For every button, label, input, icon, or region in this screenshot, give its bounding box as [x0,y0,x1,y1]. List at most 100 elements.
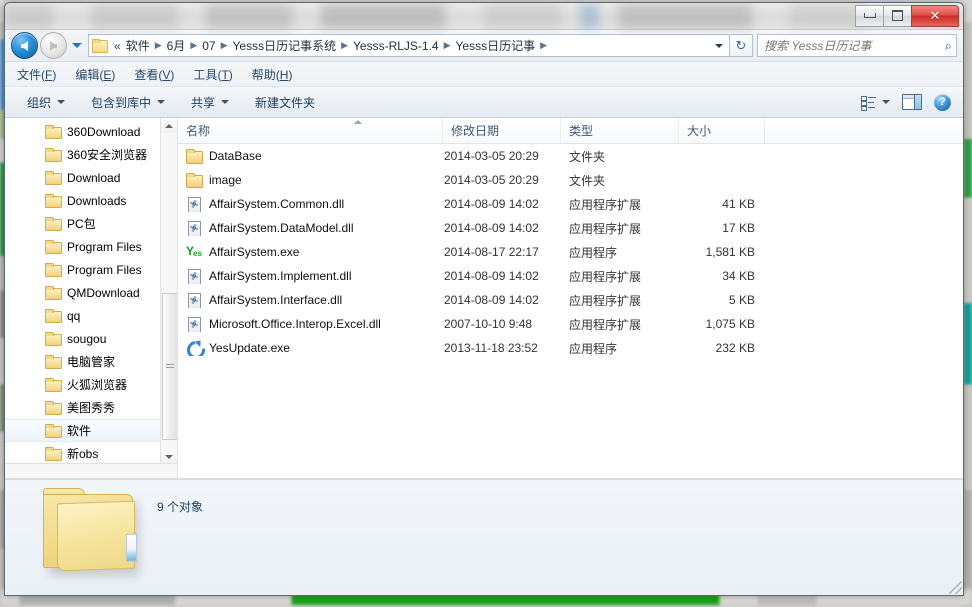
folder-icon [45,148,62,162]
folder-icon [92,39,108,53]
tree-item-download[interactable]: Download [5,166,177,189]
tree-item-program-files-1[interactable]: Program Files [5,235,177,258]
column-header-name[interactable]: 名称 [178,118,443,143]
file-list[interactable]: 名称 修改日期 类型 大小 DataBase 2014-03-05 20:29 … [178,118,963,478]
folder-icon [186,148,203,164]
chevron-down-icon [157,100,166,104]
tree-item-xin-obs[interactable]: 新obs [5,442,177,465]
recent-locations-button[interactable] [69,36,85,56]
column-header-size[interactable]: 大小 [679,118,765,143]
search-box[interactable]: ⌕ [757,34,957,57]
tree-item-computer-manager[interactable]: 电脑管家 [5,350,177,373]
file-size: 232 KB [715,341,755,355]
menu-file-label: 文件 [17,67,42,82]
resize-grip[interactable] [949,581,962,594]
file-name-cell: DataBase [178,148,443,164]
file-type: 应用程序 [569,341,618,356]
window-controls: ✕ [855,4,959,27]
address-input-box[interactable]: « 软件 ▶ 6月 ▶ 07 ▶ Yesss日历记事系统 ▶ Yesss-RLJ… [88,34,730,57]
scroll-down-button[interactable] [161,449,177,464]
tree-item-qq[interactable]: qq [5,304,177,327]
table-row[interactable]: AffairSystem.Interface.dll 2014-08-09 14… [178,288,963,312]
column-header-date[interactable]: 修改日期 [443,118,561,143]
status-item-count: 9 个对象 [157,500,204,514]
help-button[interactable]: ? [930,92,955,113]
organize-button[interactable]: 组织 [19,91,73,114]
maximize-icon [892,10,903,21]
menu-file[interactable]: 文件(F) [17,64,67,85]
minimize-icon [863,13,876,18]
back-button[interactable] [11,32,38,59]
breadcrumb-item-0[interactable]: 软件 [123,36,153,55]
chevron-right-icon: ▶ [220,40,228,50]
change-view-button[interactable] [857,94,894,111]
tree-item-qmdownload[interactable]: QMDownload [5,281,177,304]
chevron-down-icon [221,100,230,104]
menu-view[interactable]: 查看(V) [134,64,185,85]
table-row[interactable]: AffairSystem.exe 2014-08-17 22:17 应用程序 1… [178,240,963,264]
column-header-type[interactable]: 类型 [561,118,679,143]
table-row[interactable]: AffairSystem.Common.dll 2014-08-09 14:02… [178,192,963,216]
close-button[interactable]: ✕ [911,4,959,27]
menu-edit[interactable]: 编辑(E) [75,64,126,85]
file-date: 2013-11-18 23:52 [444,341,538,355]
tree-item-downloads[interactable]: Downloads [5,189,177,212]
tree-item-label: 软件 [67,424,92,438]
preview-pane-button[interactable] [898,92,926,112]
breadcrumb-overflow-button[interactable]: « [111,39,123,53]
preview-pane-icon [902,94,922,110]
menu-tools-accel: T [221,67,229,82]
search-input[interactable] [762,37,945,54]
table-row[interactable]: Microsoft.Office.Interop.Excel.dll 2007-… [178,312,963,336]
breadcrumb-item-1[interactable]: 6月 [164,36,189,55]
tree-item-label: Downloads [67,193,127,208]
share-button[interactable]: 共享 [183,91,237,114]
tree-item-pc-bao[interactable]: PC包 [5,212,177,235]
tree-item-360-browser[interactable]: 360安全浏览器 [5,143,177,166]
refresh-button[interactable]: ↻ [730,34,753,57]
navigation-pane-hscrollbar[interactable] [5,463,177,478]
tree-item-label: Download [67,170,121,185]
tree-item-ruanjian[interactable]: 软件 [5,419,177,442]
tree-item-program-files-2[interactable]: Program Files [5,258,177,281]
explorer-window: ✕ « 软件 ▶ 6月 ▶ 07 ▶ Yesss日历记事系统 ▶ Yesss-R… [4,2,964,596]
breadcrumb-item-2[interactable]: 07 [199,38,218,54]
navigation-pane-scrollbar[interactable] [160,118,177,464]
column-header-size-label: 大小 [687,124,712,138]
breadcrumb-item-5[interactable]: Yesss日历记事 [453,36,539,55]
tree-item-meitu[interactable]: 美图秀秀 [5,396,177,419]
help-icon: ? [934,93,951,111]
maximize-button[interactable] [883,4,912,27]
menu-tools[interactable]: 工具(T) [193,64,243,85]
file-type: 应用程序扩展 [569,293,642,308]
scrollbar-thumb[interactable] [162,293,177,440]
navigation-pane[interactable]: 360Download 360安全浏览器 Download Downloads … [5,118,178,478]
file-name-cell: image [178,172,443,188]
chevron-down-icon [72,43,82,48]
dll-icon [186,196,202,212]
scroll-up-button[interactable] [161,118,177,133]
address-dropdown-button[interactable] [710,36,727,55]
breadcrumb-item-4[interactable]: Yesss-RLJS-1.4 [350,38,442,54]
breadcrumb-item-3[interactable]: Yesss日历记事系统 [230,36,340,55]
tree-item-sougou[interactable]: sougou [5,327,177,350]
title-bar[interactable]: ✕ [5,3,963,30]
menu-help[interactable]: 帮助(H) [252,64,304,85]
aero-glass-blur [5,3,963,29]
table-row[interactable]: DataBase 2014-03-05 20:29 文件夹 [178,144,963,168]
dll-icon [186,268,202,284]
file-rows: DataBase 2014-03-05 20:29 文件夹 image 2014… [178,144,963,360]
tree-item-360download[interactable]: 360Download [5,120,177,143]
table-row[interactable]: AffairSystem.Implement.dll 2014-08-09 14… [178,264,963,288]
table-row[interactable]: image 2014-03-05 20:29 文件夹 [178,168,963,192]
table-row[interactable]: AffairSystem.DataModel.dll 2014-08-09 14… [178,216,963,240]
new-folder-button[interactable]: 新建文件夹 [247,91,323,114]
minimize-button[interactable] [855,4,884,27]
tree-item-firefox[interactable]: 火狐浏览器 [5,373,177,396]
menu-edit-accel: E [103,67,112,82]
folder-icon [45,355,62,369]
forward-button[interactable] [40,32,67,59]
chevron-right-icon: ▶ [190,40,198,50]
table-row[interactable]: YesUpdate.exe 2013-11-18 23:52 应用程序 232 … [178,336,963,360]
include-in-library-button[interactable]: 包含到库中 [83,91,173,114]
